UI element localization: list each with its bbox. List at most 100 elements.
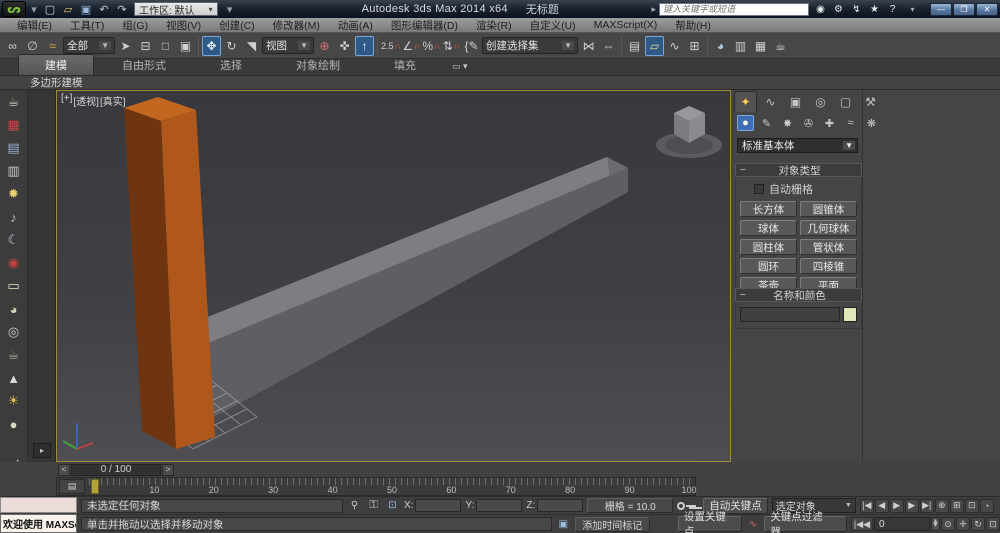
minimize-button[interactable]: — bbox=[930, 3, 952, 16]
teapot-icon[interactable]: ☕ bbox=[5, 94, 23, 110]
redo-icon[interactable]: ↷ bbox=[114, 2, 130, 16]
frame-number-field[interactable]: 0 bbox=[874, 517, 930, 531]
primitive-button-几何球体[interactable]: 几何球体 bbox=[800, 220, 857, 236]
geosphere-icon[interactable]: ● bbox=[5, 416, 23, 432]
time-slider-handle[interactable] bbox=[91, 479, 99, 494]
autogrid-checkbox[interactable] bbox=[754, 184, 764, 194]
camera-icon[interactable]: ◉ bbox=[5, 255, 23, 271]
field-of-view-icon[interactable]: ◔ bbox=[980, 499, 994, 513]
dome-icon[interactable]: ◕ bbox=[5, 301, 23, 317]
select-and-move-icon[interactable]: ✥ bbox=[202, 36, 221, 56]
toggle-ribbon-icon[interactable]: ▱ bbox=[645, 36, 664, 56]
plane-icon[interactable]: ▭ bbox=[5, 278, 23, 294]
object-name-input[interactable] bbox=[740, 307, 840, 322]
category-systems[interactable]: ❋ bbox=[863, 115, 880, 131]
menu-item[interactable]: 视图(V) bbox=[157, 18, 210, 33]
layout-tabs-expand-button[interactable]: ▸ bbox=[33, 443, 51, 458]
pan-hand-icon[interactable]: ✛ bbox=[956, 517, 970, 531]
window-crossing-icon[interactable]: ▣ bbox=[176, 36, 195, 56]
material-editor-icon[interactable]: ◕ bbox=[711, 36, 730, 56]
ribbon-tab-对象绘制[interactable]: 对象绘制 bbox=[270, 55, 366, 75]
ribbon-tab-建模[interactable]: 建模 bbox=[18, 54, 94, 75]
orbit-icon[interactable]: ↻ bbox=[971, 517, 985, 531]
logo-dropdown-icon[interactable]: ▾ bbox=[30, 2, 38, 16]
viewport-menu-plus[interactable]: [+] bbox=[61, 93, 72, 108]
percent-snap-icon[interactable]: %∩ bbox=[422, 36, 441, 56]
ribbon-tab-填充[interactable]: 填充 bbox=[368, 55, 442, 75]
zoom-region-icon[interactable]: ⊙ bbox=[941, 517, 955, 531]
select-and-scale-icon[interactable]: ◥ bbox=[242, 36, 261, 56]
search-expand-icon[interactable]: ▸ bbox=[651, 4, 656, 15]
schematic-view-icon[interactable]: ⊞ bbox=[685, 36, 704, 56]
category-lights[interactable]: ✸ bbox=[779, 115, 796, 131]
menu-item[interactable]: 帮助(H) bbox=[666, 18, 720, 33]
menu-item[interactable]: 动画(A) bbox=[329, 18, 382, 33]
menu-item[interactable]: 工具(T) bbox=[61, 18, 113, 33]
rendered-frame-window-icon[interactable]: ▦ bbox=[751, 36, 770, 56]
menu-item[interactable]: 创建(C) bbox=[210, 18, 264, 33]
ribbon-tab-选择[interactable]: 选择 bbox=[194, 55, 268, 75]
primitive-type-dropdown[interactable]: 标准基本体 ▼ bbox=[737, 138, 858, 153]
tab-display[interactable]: ▢ bbox=[834, 91, 857, 112]
tab-motion[interactable]: ◎ bbox=[809, 91, 832, 112]
speaker-icon[interactable]: ♪ bbox=[5, 209, 23, 225]
undo-icon[interactable]: ↶ bbox=[96, 2, 112, 16]
primitive-button-圆柱体[interactable]: 圆柱体 bbox=[740, 239, 797, 255]
mirror-icon[interactable]: ⋈ bbox=[579, 36, 598, 56]
viewport-shading-label[interactable]: [真实] bbox=[100, 93, 126, 108]
open-file-icon[interactable]: ▱ bbox=[60, 2, 76, 16]
y-input[interactable] bbox=[476, 499, 522, 512]
spreadsheet-icon[interactable]: ▥ bbox=[5, 163, 23, 179]
key-filters-button[interactable]: 关键点过滤器... bbox=[764, 516, 847, 532]
menu-item[interactable]: 图形编辑器(D) bbox=[382, 18, 467, 33]
viewport-view-label[interactable]: [透视] bbox=[73, 93, 99, 108]
object-color-swatch[interactable] bbox=[843, 307, 857, 322]
manage-layers-icon[interactable]: ▤ bbox=[625, 36, 644, 56]
primitive-button-圆锥体[interactable]: 圆锥体 bbox=[800, 201, 857, 217]
favorites-star-icon[interactable]: ★ bbox=[866, 2, 883, 16]
frame-spinner[interactable]: ▲▼ bbox=[931, 517, 940, 531]
maxscript-listener-white[interactable]: 欢迎使用 MAXSc bbox=[0, 514, 77, 533]
select-object-icon[interactable]: ➤ bbox=[116, 36, 135, 56]
workspace-dropdown[interactable]: 工作区: 默认 ▾ bbox=[134, 2, 218, 16]
unlink-selection-icon[interactable]: ∅ bbox=[23, 36, 42, 56]
ribbon-subtab-polygon-modeling[interactable]: 多边形建模 bbox=[30, 75, 83, 90]
align-icon[interactable]: ⇔ bbox=[599, 36, 618, 56]
menu-item[interactable]: 编辑(E) bbox=[8, 18, 61, 33]
wire-teapot-icon[interactable]: ☕ bbox=[5, 347, 23, 363]
track-bar[interactable]: ▤ 0102030405060708090100 bbox=[56, 477, 696, 496]
new-key-tangent-icon[interactable]: ∿ bbox=[746, 517, 761, 531]
search-binoculars-icon[interactable]: ◉ bbox=[812, 2, 829, 16]
zoom-icon[interactable]: ⊕ bbox=[935, 499, 949, 513]
previous-frame-icon[interactable]: ◀ bbox=[875, 499, 889, 513]
reference-coordinate-dropdown[interactable]: 视图▼ bbox=[262, 37, 314, 54]
category-space-warps[interactable]: ≈ bbox=[842, 115, 859, 131]
primitive-button-球体[interactable]: 球体 bbox=[740, 220, 797, 236]
lightbulb-icon[interactable]: ✹ bbox=[5, 186, 23, 202]
curve-editor-icon[interactable]: ∿ bbox=[665, 36, 684, 56]
keyboard-shortcut-override-icon[interactable]: ↑ bbox=[355, 36, 374, 56]
render-setup-icon[interactable]: ▥ bbox=[731, 36, 750, 56]
category-helpers[interactable]: ✚ bbox=[821, 115, 838, 131]
maximize-button[interactable]: ❐ bbox=[953, 3, 975, 16]
use-pivot-point-center-icon[interactable]: ⊕ bbox=[315, 36, 334, 56]
beam-front-face[interactable] bbox=[185, 168, 628, 421]
moon-icon[interactable]: ☾ bbox=[5, 232, 23, 248]
selection-lock-icon[interactable]: ⚿ bbox=[366, 499, 381, 513]
sphere-ring-icon[interactable]: ◎ bbox=[5, 324, 23, 340]
cone-icon[interactable]: ▲ bbox=[5, 370, 23, 386]
new-file-icon[interactable]: ▢ bbox=[42, 2, 58, 16]
ribbon-tab-自由形式[interactable]: 自由形式 bbox=[96, 55, 192, 75]
absolute-offset-toggle-icon[interactable]: ⊡ bbox=[385, 499, 400, 513]
category-shapes[interactable]: ✎ bbox=[758, 115, 775, 131]
menu-item[interactable]: MAXScript(X) bbox=[585, 19, 667, 31]
previous-frame-arrow[interactable]: < bbox=[58, 464, 70, 476]
spinner-snap-icon[interactable]: ⇅∩ bbox=[442, 36, 461, 56]
wrench-icon[interactable]: ⚙ bbox=[830, 2, 847, 16]
sun-icon[interactable]: ☀ bbox=[5, 393, 23, 409]
tab-hierarchy[interactable]: ▣ bbox=[784, 91, 807, 112]
category-cameras[interactable]: ✇ bbox=[800, 115, 817, 131]
save-icon[interactable]: ▣ bbox=[78, 2, 94, 16]
menu-item[interactable]: 自定义(U) bbox=[521, 18, 585, 33]
play-icon[interactable]: ▶ bbox=[890, 499, 904, 513]
